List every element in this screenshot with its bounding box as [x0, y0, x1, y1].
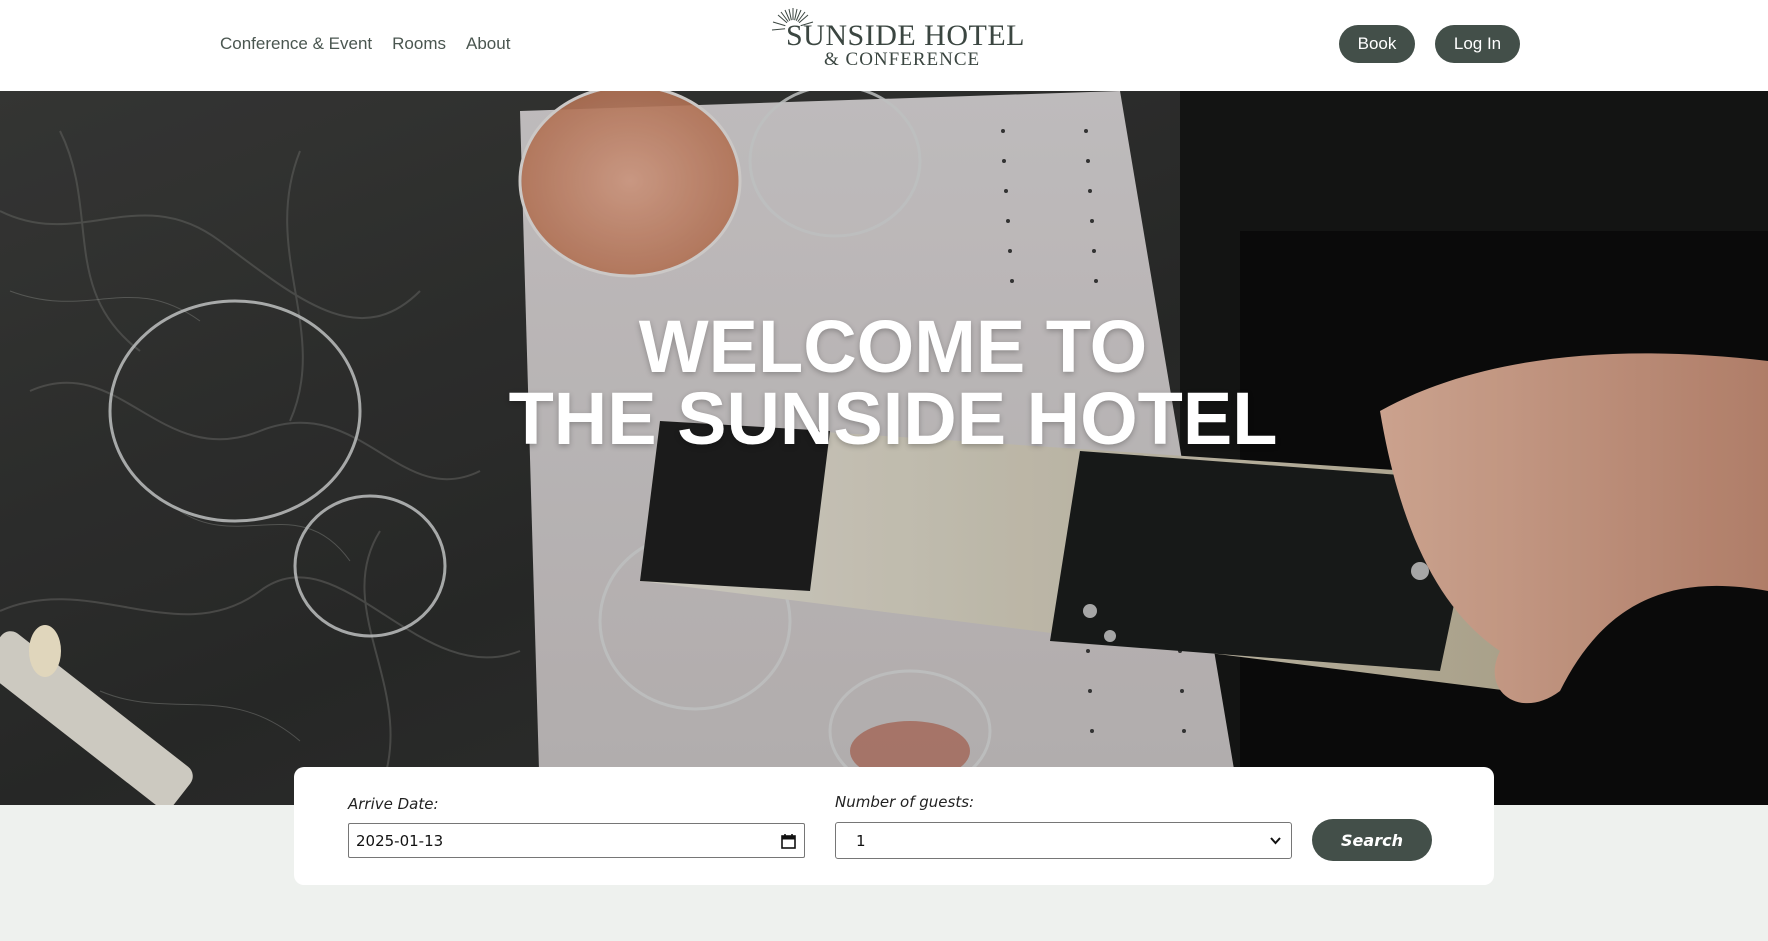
- booking-search-card: Arrive Date: 2025-01-13 Number of guests…: [294, 767, 1494, 885]
- hero-title-line-1: WELCOME TO: [638, 305, 1148, 388]
- guests-label: Number of guests:: [835, 793, 975, 811]
- arrive-date-label: Arrive Date:: [348, 795, 439, 813]
- search-button[interactable]: Search: [1312, 819, 1432, 861]
- calendar-icon[interactable]: [781, 833, 796, 849]
- logo-text-primary: SUNSIDE HOTEL: [786, 19, 1025, 52]
- logo-text-secondary: & CONFERENCE: [824, 49, 981, 70]
- hero-title-line-2: THE SUNSIDE HOTEL: [508, 377, 1278, 460]
- arrive-date-input[interactable]: 2025-01-13: [348, 823, 805, 858]
- guests-select[interactable]: 1: [835, 822, 1292, 859]
- nav-link-rooms[interactable]: Rooms: [392, 34, 446, 54]
- nav-link-about[interactable]: About: [466, 34, 510, 54]
- hero-title: WELCOME TO THE SUNSIDE HOTEL: [0, 305, 1768, 460]
- arrive-date-value: 2025-01-13: [356, 831, 444, 850]
- site-header: Conference & Event Rooms About SUNSIDE H…: [0, 0, 1768, 91]
- book-button[interactable]: Book: [1339, 25, 1415, 63]
- login-button[interactable]: Log In: [1435, 25, 1520, 63]
- nav-link-conference-event[interactable]: Conference & Event: [220, 34, 372, 54]
- guests-selected-value: 1: [856, 831, 866, 850]
- hero-banner: WELCOME TO THE SUNSIDE HOTEL: [0, 91, 1768, 805]
- site-logo[interactable]: SUNSIDE HOTEL & CONFERENCE: [770, 6, 1025, 70]
- main-nav: Conference & Event Rooms About: [220, 34, 510, 54]
- chevron-down-icon: [1270, 837, 1281, 845]
